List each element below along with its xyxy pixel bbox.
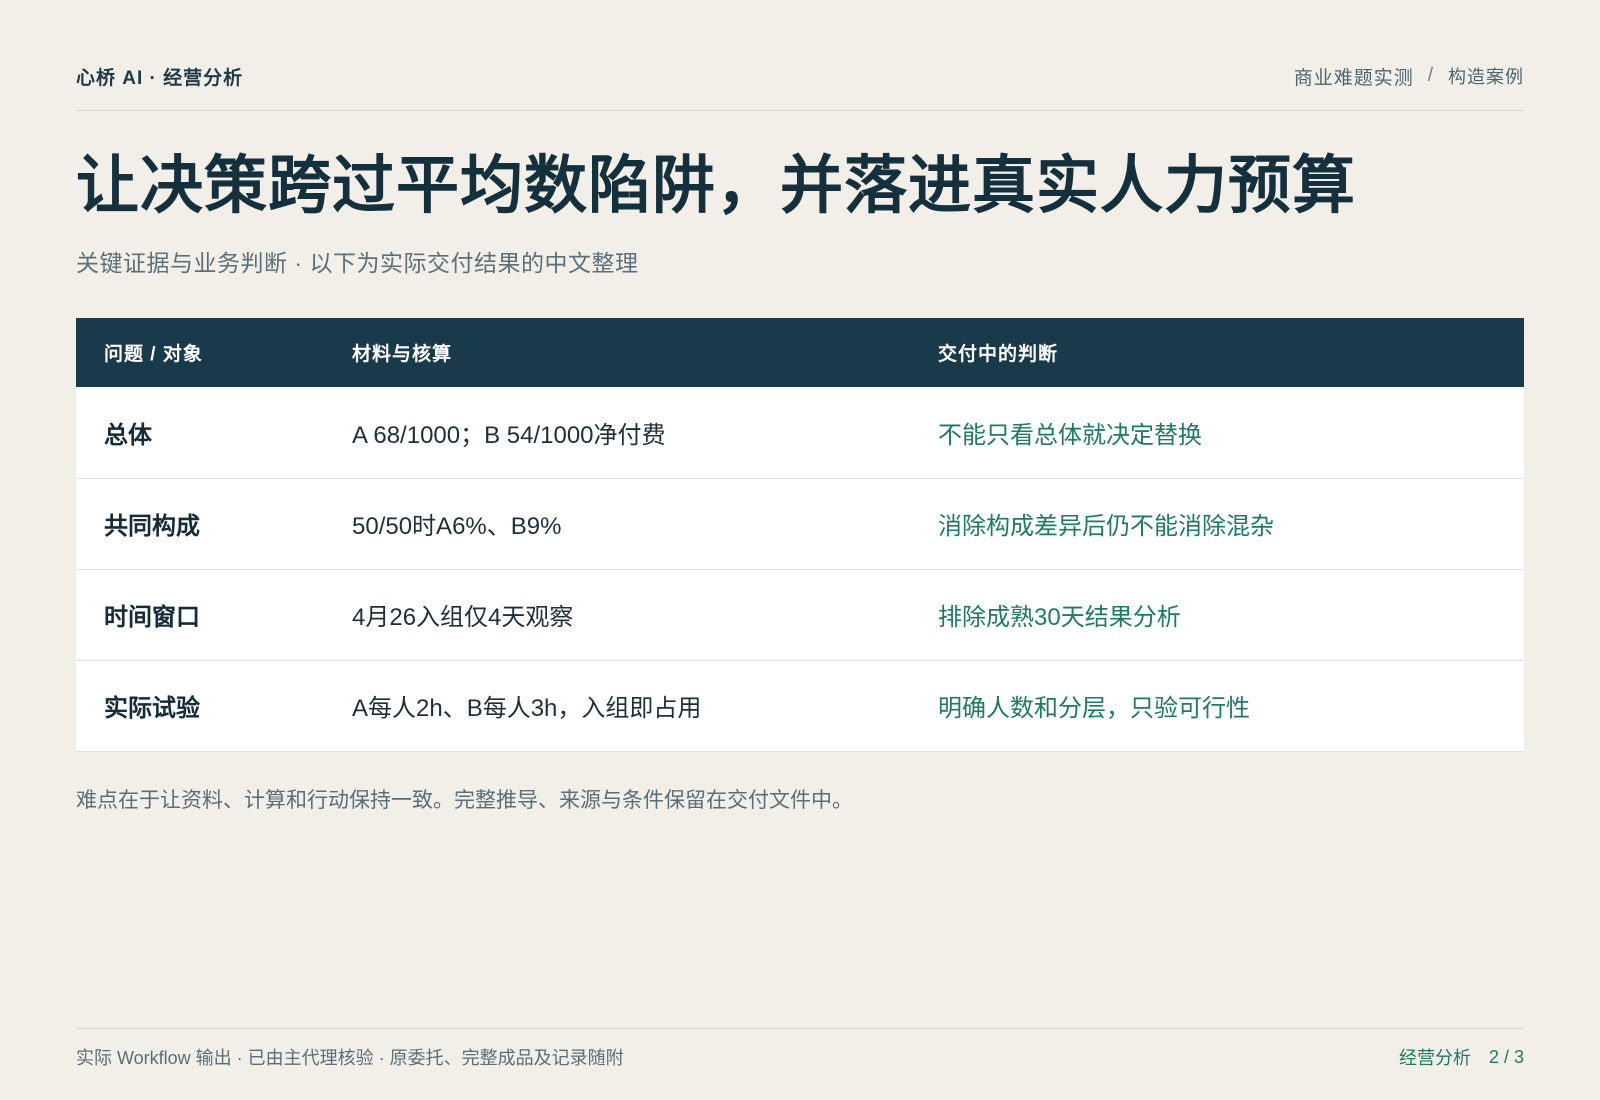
- footer-source-note: 实际 Workflow 输出 · 已由主代理核验 · 原委托、完整成品及记录随附: [76, 1048, 624, 1068]
- column-header-issue: 问题 / 对象: [104, 344, 203, 365]
- row-issue-cell: 共同构成: [104, 513, 200, 540]
- breadcrumb: 商业难题实测 / 构造案例: [1294, 63, 1524, 90]
- top-bar: 心桥 AI · 经营分析 商业难题实测 / 构造案例: [76, 56, 1524, 96]
- table-row: 时间窗口 4月26入组仅4天观察 排除成熟30天结果分析: [76, 569, 1524, 660]
- row-judgement-cell: 明确人数和分层，只验可行性: [938, 695, 1250, 722]
- row-judgement-cell: 排除成熟30天结果分析: [938, 604, 1181, 631]
- evidence-table: 问题 / 对象 材料与核算 交付中的判断 总体 A 68/1000；B 54/1…: [76, 318, 1524, 752]
- row-issue-cell: 实际试验: [104, 695, 200, 722]
- row-judgement-cell: 不能只看总体就决定替换: [938, 421, 1202, 449]
- slide-page: 心桥 AI · 经营分析 商业难题实测 / 构造案例 让决策跨过平均数陷阱，并落…: [76, 0, 1524, 1100]
- page-title: 让决策跨过平均数陷阱，并落进真实人力预算: [76, 151, 1356, 221]
- table-body: 总体 A 68/1000；B 54/1000净付费 不能只看总体就决定替换 共同…: [76, 387, 1524, 751]
- row-materials-cell: 4月26入组仅4天观察: [352, 604, 574, 631]
- table-row: 实际试验 A每人2h、B每人3h，入组即占用 明确人数和分层，只验可行性: [76, 660, 1524, 751]
- row-judgement-cell: 消除构成差异后仍不能消除混杂: [938, 513, 1274, 540]
- footer-section-label: 经营分析: [1398, 1048, 1471, 1068]
- row-materials-cell: A每人2h、B每人3h，入组即占用: [352, 695, 702, 722]
- column-header-judgement: 交付中的判断: [938, 344, 1059, 365]
- table-header: 问题 / 对象 材料与核算 交付中的判断: [76, 318, 1524, 387]
- table-header-row: 问题 / 对象 材料与核算 交付中的判断: [76, 318, 1524, 387]
- evidence-table-container: 问题 / 对象 材料与核算 交付中的判断 总体 A 68/1000；B 54/1…: [76, 318, 1524, 752]
- footnote: 难点在于让资料、计算和行动保持一致。完整推导、来源与条件保留在交付文件中。: [76, 789, 853, 812]
- footer-page-info: 经营分析 2 / 3: [1399, 1044, 1524, 1070]
- table-row: 总体 A 68/1000；B 54/1000净付费 不能只看总体就决定替换: [76, 387, 1524, 478]
- page-indicator: 2 / 3: [1488, 1046, 1524, 1067]
- brand-label: 心桥 AI · 经营分析: [76, 67, 244, 89]
- row-issue-cell: 总体: [104, 421, 152, 449]
- column-header-materials: 材料与核算: [352, 344, 453, 365]
- footer-divider: [76, 1028, 1524, 1029]
- footer: 实际 Workflow 输出 · 已由主代理核验 · 原委托、完整成品及记录随附…: [76, 1044, 1524, 1070]
- header-divider: [76, 110, 1524, 111]
- breadcrumb-separator: /: [1427, 65, 1434, 86]
- page-subtitle: 关键证据与业务判断 · 以下为实际交付结果的中文整理: [76, 250, 639, 276]
- breadcrumb-item-2: 构造案例: [1448, 67, 1524, 87]
- row-issue-cell: 时间窗口: [104, 604, 200, 631]
- table-row: 共同构成 50/50时A6%、B9% 消除构成差异后仍不能消除混杂: [76, 478, 1524, 569]
- breadcrumb-item-1: 商业难题实测: [1293, 67, 1414, 89]
- row-materials-cell: A 68/1000；B 54/1000净付费: [352, 421, 666, 449]
- row-materials-cell: 50/50时A6%、B9%: [352, 513, 562, 540]
